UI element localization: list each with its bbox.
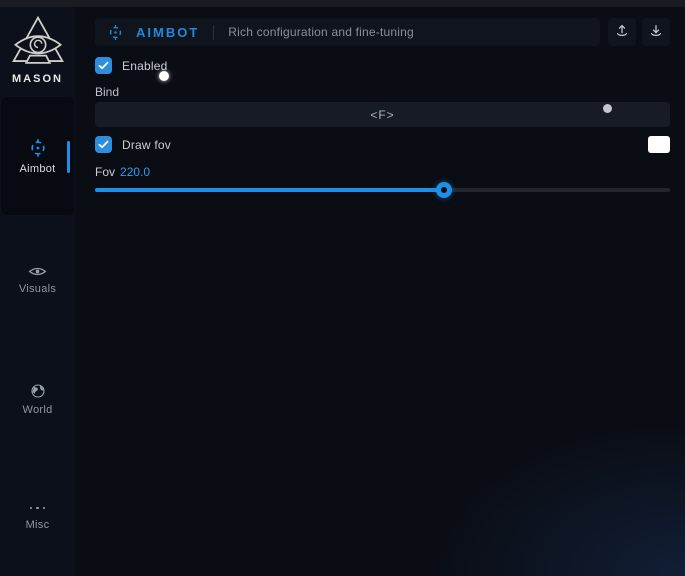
bind-value: <F> — [370, 108, 394, 122]
download-config-button[interactable] — [642, 18, 670, 46]
brand: MASON — [0, 15, 75, 85]
eye-icon — [28, 265, 47, 278]
fov-slider-fill — [95, 188, 444, 192]
ellipsis-icon — [30, 502, 46, 514]
enabled-label: Enabled — [122, 59, 167, 73]
header-divider — [213, 25, 214, 40]
globe-icon — [30, 383, 46, 399]
enabled-row: Enabled — [95, 57, 167, 74]
fov-value: 220.0 — [120, 165, 150, 179]
sidebar-item-world[interactable]: World — [0, 383, 75, 416]
page-title: AIMBOT — [136, 25, 199, 40]
fov-slider-thumb[interactable] — [436, 182, 452, 198]
fov-value-row: Fov 220.0 — [95, 165, 150, 179]
download-icon — [648, 23, 664, 42]
enabled-checkbox[interactable] — [95, 57, 112, 74]
cursor-dot — [159, 71, 169, 81]
sidebar-item-aimbot[interactable]: Aimbot — [0, 138, 75, 175]
fov-slider[interactable] — [95, 188, 670, 192]
bind-label: Bind — [95, 85, 119, 99]
sidebar-item-visuals[interactable]: Visuals — [0, 265, 75, 295]
sidebar: MASON Aimbot Visuals — [0, 7, 75, 576]
bind-input[interactable]: <F> — [95, 102, 670, 127]
upload-config-button[interactable] — [608, 18, 636, 46]
drag-dot — [603, 104, 612, 113]
window-top-edge — [0, 0, 685, 7]
brand-name: MASON — [0, 73, 75, 85]
check-icon — [98, 61, 109, 70]
check-icon — [98, 140, 109, 149]
upload-icon — [614, 23, 630, 42]
fov-color-swatch[interactable] — [648, 136, 670, 153]
sidebar-item-misc[interactable]: Misc — [0, 502, 75, 531]
fov-label: Fov — [95, 165, 115, 179]
crosshair-icon — [28, 138, 48, 158]
draw-fov-label: Draw fov — [122, 138, 171, 152]
crosshair-icon — [107, 24, 124, 41]
sidebar-item-label: Aimbot — [19, 163, 55, 175]
sidebar-item-label: World — [22, 404, 52, 416]
sidebar-item-label: Misc — [26, 519, 50, 531]
corner-glow — [405, 406, 685, 576]
header-bar: AIMBOT Rich configuration and fine-tunin… — [95, 18, 600, 46]
mason-logo-icon — [9, 15, 67, 71]
page-subtitle: Rich configuration and fine-tuning — [228, 25, 414, 39]
sidebar-item-label: Visuals — [19, 283, 56, 295]
draw-fov-row: Draw fov — [95, 136, 171, 153]
app-window: MASON Aimbot Visuals — [0, 0, 685, 576]
draw-fov-checkbox[interactable] — [95, 136, 112, 153]
